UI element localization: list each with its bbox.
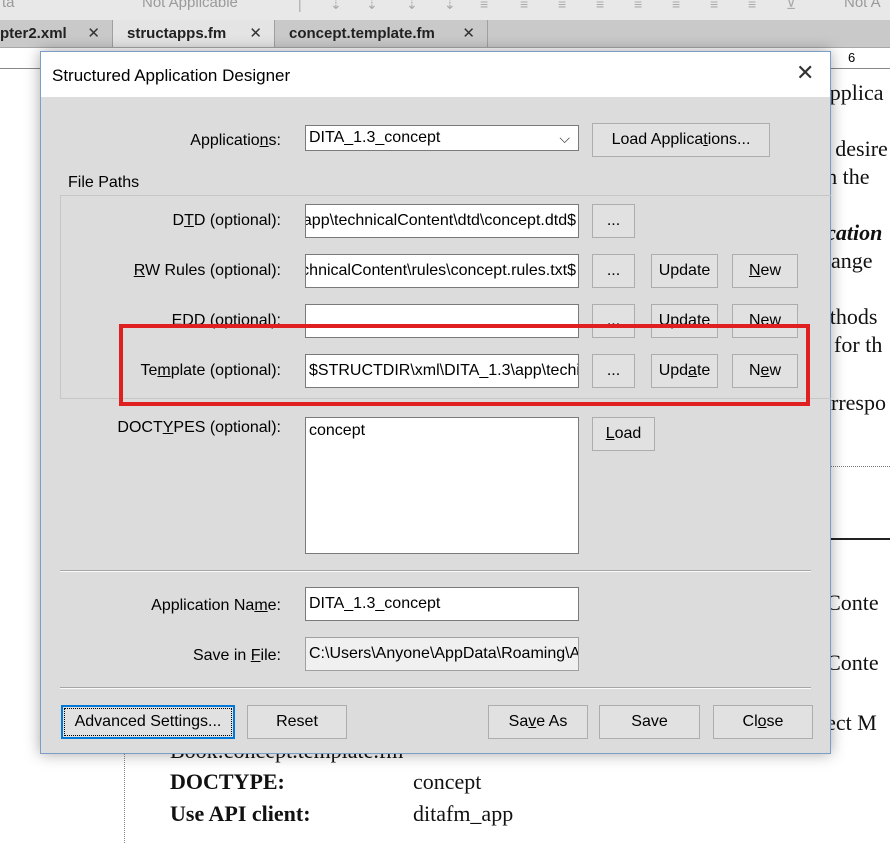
tab-concept-template[interactable]: concept.template.fm ✕: [275, 20, 488, 47]
align-justify-icon[interactable]: ≡: [596, 0, 604, 12]
template-new-button[interactable]: New: [732, 354, 798, 388]
dialog-titlebar[interactable]: Structured Application Designer ✕: [41, 52, 830, 97]
advanced-settings-button[interactable]: Advanced Settings...: [61, 705, 235, 739]
ruler-number: 6: [848, 50, 856, 65]
doctype-value: concept: [413, 769, 482, 794]
dtd-label: DTD (optional):: [172, 212, 282, 229]
table-rule: [830, 538, 890, 540]
file-paths-label: File Paths: [68, 174, 140, 191]
dtd-path-input[interactable]: $STRUCTDIR\xml\DITA_1.3\app\technicalCon…: [305, 204, 579, 238]
structured-application-designer-dialog: Structured Application Designer ✕ Applic…: [40, 51, 831, 754]
toolbar-tag-left[interactable]: ta: [2, 0, 15, 11]
close-icon[interactable]: ✕: [87, 20, 100, 47]
toolbar-condition-select[interactable]: Not Applicable: [142, 0, 238, 11]
doctypes-textarea[interactable]: concept: [305, 417, 579, 554]
save-in-file-label: Save in File:: [192, 647, 281, 664]
arrow-down-icon[interactable]: ⇣: [366, 0, 378, 13]
close-icon[interactable]: ✕: [462, 20, 475, 47]
tab-structapps[interactable]: structapps.fm ✕: [113, 20, 275, 47]
edd-new-button[interactable]: New: [732, 304, 798, 338]
document-divider: [830, 466, 890, 467]
api-client-label: Use API client:: [170, 801, 311, 826]
rw-rules-new-button[interactable]: New: [732, 254, 798, 288]
tab-label: pter2.xml: [0, 25, 67, 42]
line-spacing-icon[interactable]: ≡: [710, 0, 718, 12]
page-margin-guide: [124, 740, 125, 843]
template-label: Template (optional):: [140, 362, 281, 379]
rw-rules-update-button[interactable]: Update: [651, 254, 718, 288]
formatting-toolbar: ta Not Applicable | ⇣ ⇣ ⇣ ⇣ ≡ ≡ ≡ ≡ ≡ ≡ …: [0, 0, 890, 20]
load-applications-button[interactable]: Load Applications...: [592, 123, 770, 157]
toolbar-separator-icon: |: [298, 0, 302, 12]
arrow-down-icon[interactable]: ⇣: [406, 0, 418, 13]
tab-chapter2[interactable]: pter2.xml ✕: [0, 20, 113, 47]
template-browse-button[interactable]: ...: [592, 354, 635, 388]
tab-label: concept.template.fm: [289, 25, 435, 42]
rw-rules-browse-button[interactable]: ...: [592, 254, 635, 288]
rw-rules-path-input[interactable]: $STRUCTDIR\xml\DITA_1.3\app\technicalCon…: [305, 254, 579, 288]
line-spacing-icon[interactable]: ≡: [672, 0, 680, 12]
applications-select[interactable]: DITA_1.3_concept ⌵: [305, 125, 579, 151]
line-spacing-icon[interactable]: ≡: [634, 0, 642, 12]
dialog-body: Applications: DITA_1.3_concept ⌵ Load Ap…: [41, 97, 831, 753]
align-center-icon[interactable]: ≡: [520, 0, 528, 12]
save-button[interactable]: Save: [599, 705, 700, 739]
applications-label: Applications:: [190, 132, 281, 149]
align-left-icon[interactable]: ≡: [480, 0, 488, 12]
application-name-input[interactable]: DITA_1.3_concept: [305, 587, 579, 621]
align-right-icon[interactable]: ≡: [558, 0, 566, 12]
edd-path-input[interactable]: [305, 304, 579, 338]
doctypes-load-button[interactable]: Load: [592, 417, 655, 451]
arrow-down-icon[interactable]: ⇣: [330, 0, 342, 13]
api-client-value: ditafm_app: [413, 801, 514, 826]
template-update-button[interactable]: Update: [651, 354, 718, 388]
edd-browse-button[interactable]: ...: [592, 304, 635, 338]
line-spacing-icon[interactable]: ≡: [748, 0, 756, 12]
save-as-button[interactable]: Save As: [488, 705, 588, 739]
separator: [60, 570, 811, 572]
close-icon[interactable]: ✕: [796, 62, 814, 84]
applications-value: DITA_1.3_concept: [309, 129, 441, 146]
application-name-label: Application Name:: [151, 597, 281, 614]
edd-update-button[interactable]: Update: [651, 304, 718, 338]
arrow-down-icon[interactable]: ⇣: [444, 0, 456, 13]
chevron-down-icon: ⌵: [559, 130, 570, 146]
save-in-file-input[interactable]: C:\Users\Anyone\AppData\Roaming\A: [305, 637, 579, 671]
template-path-input[interactable]: $STRUCTDIR\xml\DITA_1.3\app\techi: [305, 354, 579, 388]
doctype-label: DOCTYPE:: [170, 769, 285, 794]
close-button[interactable]: Close: [713, 705, 813, 739]
dialog-title: Structured Application Designer: [52, 66, 291, 85]
tab-label: structapps.fm: [127, 25, 227, 42]
edd-label: EDD (optional):: [171, 312, 281, 329]
doctypes-label: DOCTYPES (optional):: [117, 419, 281, 436]
dtd-browse-button[interactable]: ...: [592, 204, 635, 238]
document-tab-bar: pter2.xml ✕ structapps.fm ✕ concept.temp…: [0, 20, 890, 48]
separator: [60, 687, 811, 689]
toolbar-right-select[interactable]: Not A: [844, 0, 881, 11]
close-icon[interactable]: ✕: [249, 20, 262, 47]
space-below-icon[interactable]: ⊻: [786, 0, 796, 13]
rw-rules-label: RW Rules (optional):: [133, 262, 281, 279]
reset-button[interactable]: Reset: [247, 705, 347, 739]
